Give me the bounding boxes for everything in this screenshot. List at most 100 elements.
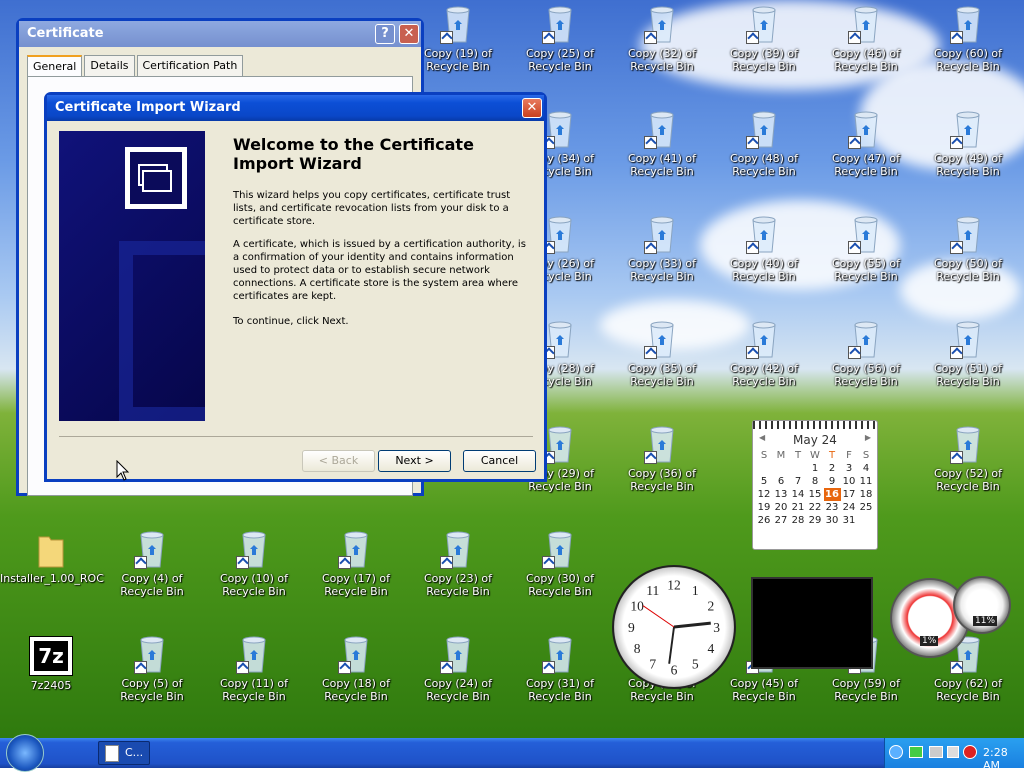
calendar-date[interactable]: 2 [824, 462, 841, 475]
desktop-icon-7z[interactable]: 7z 7z2405 [0, 632, 102, 732]
tab-certification-path[interactable]: Certification Path [136, 55, 244, 76]
import-wizard-window[interactable]: Certificate Import Wizard ✕ Welcome to t… [44, 92, 547, 482]
display-icon[interactable] [929, 746, 943, 758]
desktop-icon-recycle-bin-copy[interactable]: Copy (35) of Recycle Bin [611, 315, 713, 415]
calendar-date[interactable]: 24 [841, 501, 858, 514]
desktop-icon-recycle-bin-copy[interactable]: Copy (24) of Recycle Bin [407, 630, 509, 730]
calendar-date[interactable]: 10 [841, 475, 858, 488]
desktop-icon-recycle-bin-copy[interactable]: Copy (11) of Recycle Bin [203, 630, 305, 730]
calendar-day-header: T [828, 450, 836, 461]
desktop-icon-recycle-bin-copy[interactable]: Copy (42) of Recycle Bin [713, 315, 815, 415]
network-icon[interactable] [909, 746, 923, 758]
calendar-date[interactable] [858, 514, 875, 527]
wizard-close-button[interactable]: ✕ [522, 98, 542, 118]
calendar-date[interactable]: 5 [756, 475, 773, 488]
desktop-icon-recycle-bin-copy[interactable]: Copy (49) of Recycle Bin [917, 105, 1019, 205]
calendar-date[interactable]: 9 [824, 475, 841, 488]
mouse-cursor [116, 460, 130, 481]
desktop-icon-recycle-bin-copy[interactable]: Copy (33) of Recycle Bin [611, 210, 713, 310]
desktop-icon-recycle-bin-copy[interactable]: Copy (60) of Recycle Bin [917, 0, 1019, 100]
calendar-date[interactable]: 3 [841, 462, 858, 475]
help-button[interactable]: ? [375, 24, 395, 44]
desktop-icon-recycle-bin-copy[interactable]: Copy (51) of Recycle Bin [917, 315, 1019, 415]
calendar-date[interactable]: 20 [773, 501, 790, 514]
volume-icon[interactable] [947, 746, 959, 758]
desktop-icon-recycle-bin-copy[interactable]: Copy (31) of Recycle Bin [509, 630, 611, 730]
desktop-icon-recycle-bin-copy[interactable]: Copy (39) of Recycle Bin [713, 0, 815, 100]
tab-general[interactable]: General [27, 55, 83, 76]
start-button[interactable] [6, 734, 44, 772]
desktop-icon-recycle-bin-copy[interactable]: Copy (50) of Recycle Bin [917, 210, 1019, 310]
desktop-icon-recycle-bin-copy[interactable]: Copy (52) of Recycle Bin [917, 420, 1019, 520]
calendar-date[interactable]: 22 [807, 501, 824, 514]
calendar-date[interactable]: 19 [756, 501, 773, 514]
calendar-gadget[interactable]: ◀ May 24 ▶ S M T W T F S 1 2 3 4 5 6 7 8 9 10 11 12 13 14 15 1… [752, 420, 878, 550]
desktop-icon-recycle-bin-copy[interactable]: Copy (36) of Recycle Bin [611, 420, 713, 520]
calendar-prev-icon[interactable]: ◀ [759, 433, 765, 442]
close-button[interactable]: ✕ [399, 24, 419, 44]
cancel-button[interactable]: Cancel [463, 450, 536, 472]
recycle-bin-icon [542, 319, 576, 359]
taskbar-task[interactable]: C... [98, 741, 150, 765]
calendar-date[interactable]: 7 [790, 475, 807, 488]
shortcut-arrow-icon [542, 31, 555, 44]
calendar-date[interactable]: 28 [790, 514, 807, 527]
tray-expand-icon[interactable] [889, 745, 903, 759]
desktop-icon-recycle-bin-copy[interactable]: Copy (25) of Recycle Bin [509, 0, 611, 100]
back-button[interactable]: < Back [302, 450, 375, 472]
calendar-date[interactable]: 4 [858, 462, 875, 475]
calendar-day-header: S [862, 450, 870, 461]
desktop-icon-recycle-bin-copy[interactable]: Copy (17) of Recycle Bin [305, 525, 407, 625]
calendar-date[interactable]: 12 [756, 488, 773, 501]
desktop-icon-installer[interactable]: Installer_1.00_ROC [0, 525, 104, 625]
calendar-date[interactable]: 18 [858, 488, 875, 501]
desktop-icon-recycle-bin-copy[interactable]: Copy (23) of Recycle Bin [407, 525, 509, 625]
desktop-icon-recycle-bin-copy[interactable]: Copy (4) of Recycle Bin [101, 525, 203, 625]
calendar-date[interactable]: 30 [824, 514, 841, 527]
calendar-date[interactable] [773, 462, 790, 475]
calendar-date[interactable] [790, 462, 807, 475]
desktop-icon-recycle-bin-copy[interactable]: Copy (5) of Recycle Bin [101, 630, 203, 730]
recycle-bin-icon [950, 109, 984, 149]
desktop-icon-recycle-bin-copy[interactable]: Copy (48) of Recycle Bin [713, 105, 815, 205]
desktop-icon-label: Copy (39) of Recycle Bin [729, 47, 799, 73]
calendar-date[interactable]: 17 [841, 488, 858, 501]
tab-details[interactable]: Details [84, 55, 135, 76]
calendar-date[interactable]: 16 [823, 488, 841, 501]
desktop-icon-recycle-bin-copy[interactable]: Copy (56) of Recycle Bin [815, 315, 917, 415]
calendar-date[interactable]: 29 [807, 514, 824, 527]
wizard-paragraph-2: A certificate, which is issued by a cert… [233, 239, 526, 302]
desktop-icon-recycle-bin-copy[interactable]: Copy (41) of Recycle Bin [611, 105, 713, 205]
security-alert-icon[interactable] [963, 745, 977, 759]
calendar-date[interactable]: 13 [773, 488, 790, 501]
desktop-icon-recycle-bin-copy[interactable]: Copy (32) of Recycle Bin [611, 0, 713, 100]
desktop-icon-recycle-bin-copy[interactable]: Copy (40) of Recycle Bin [713, 210, 815, 310]
wizard-banner [59, 131, 205, 421]
clock-number: 6 [671, 662, 678, 677]
calendar-date[interactable] [756, 462, 773, 475]
calendar-date[interactable]: 1 [807, 462, 824, 475]
calendar-date[interactable]: 6 [773, 475, 790, 488]
calendar-next-icon[interactable]: ▶ [865, 433, 871, 442]
calendar-date[interactable]: 11 [858, 475, 875, 488]
desktop-icon-recycle-bin-copy[interactable]: Copy (18) of Recycle Bin [305, 630, 407, 730]
calendar-date[interactable]: 31 [841, 514, 858, 527]
desktop-icon-recycle-bin-copy[interactable]: Copy (30) of Recycle Bin [509, 525, 611, 625]
desktop-icon-recycle-bin-copy[interactable]: Copy (10) of Recycle Bin [203, 525, 305, 625]
clock-time[interactable]: 2:28 AM [983, 746, 1024, 772]
desktop-icon-label: 7z2405 [30, 679, 72, 692]
desktop-icon-recycle-bin-copy[interactable]: Copy (55) of Recycle Bin [815, 210, 917, 310]
next-button[interactable]: Next > [378, 450, 451, 472]
clock-number: 12 [667, 577, 681, 592]
calendar-date[interactable]: 8 [807, 475, 824, 488]
calendar-date[interactable]: 21 [790, 501, 807, 514]
calendar-date[interactable]: 23 [824, 501, 841, 514]
calendar-date[interactable]: 27 [773, 514, 790, 527]
desktop-icon-recycle-bin-copy[interactable]: Copy (47) of Recycle Bin [815, 105, 917, 205]
calendar-date[interactable]: 26 [756, 514, 773, 527]
desktop-icon-label: Copy (55) of Recycle Bin [831, 257, 901, 283]
desktop-icon-recycle-bin-copy[interactable]: Copy (46) of Recycle Bin [815, 0, 917, 100]
calendar-date[interactable]: 25 [858, 501, 875, 514]
calendar-date[interactable]: 15 [807, 488, 824, 501]
calendar-date[interactable]: 14 [790, 488, 807, 501]
